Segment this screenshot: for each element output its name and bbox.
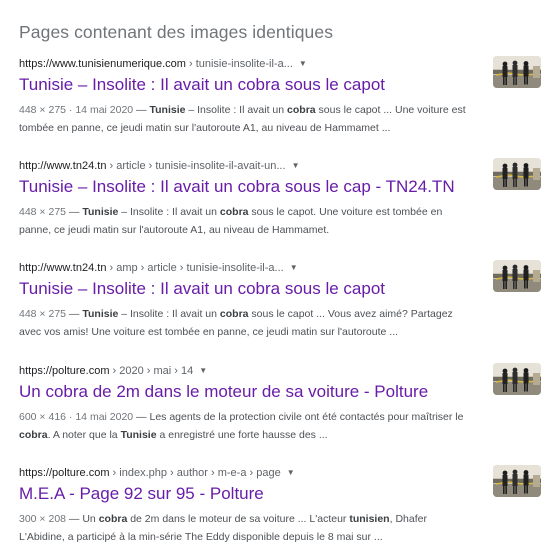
snippet-highlight: Tunisie	[149, 104, 186, 116]
result-domain: http://www.tn24.tn	[19, 262, 107, 274]
result-domain: http://www.tn24.tn	[19, 160, 107, 172]
result-domain: https://polture.com	[19, 365, 110, 377]
result-url[interactable]: https://www.tunisienumerique.com › tunis…	[19, 56, 307, 72]
result-menu-arrow-icon[interactable]: ▼	[292, 158, 300, 174]
snippet-segment: — Les agents de la protection civile ont…	[133, 411, 464, 423]
result-image-dimensions: 448 × 275	[19, 308, 67, 320]
result-meta: 300 × 208	[19, 513, 66, 525]
result-menu-arrow-icon[interactable]: ▼	[199, 363, 207, 379]
result-domain: https://www.tunisienumerique.com	[19, 58, 186, 70]
result-snippet: 448 × 275 — Tunisie – Insolite : Il avai…	[19, 305, 467, 341]
snippet-segment: de 2m dans le moteur de sa voiture ... L…	[127, 513, 350, 525]
snippet-highlight: cobra	[287, 104, 316, 116]
snippet-segment: —	[133, 104, 150, 116]
result-url[interactable]: https://polture.com › 2020 › mai › 14 ▼	[19, 363, 207, 379]
snippet-highlight: tunisien	[349, 513, 390, 525]
result-snippet: 300 × 208 — Un cobra de 2m dans le moteu…	[19, 510, 467, 546]
thumbnail-photo-icon	[493, 56, 541, 88]
result-menu-arrow-icon[interactable]: ▼	[290, 260, 298, 276]
result-title-link[interactable]: Tunisie – Insolite : Il avait un cobra s…	[19, 74, 385, 96]
result-breadcrumbs: › index.php › author › m-e-a › page	[109, 467, 281, 479]
result-snippet: 600 × 416 · 14 mai 2020 — Les agents de …	[19, 408, 467, 444]
snippet-segment: a enregistré une forte hausse des ...	[156, 429, 328, 441]
result-url[interactable]: http://www.tn24.tn › amp › article › tun…	[19, 260, 298, 276]
snippet-segment: —	[66, 308, 83, 320]
search-result: http://www.tn24.tn › amp › article › tun…	[19, 260, 541, 350]
result-thumbnail-image[interactable]	[493, 363, 541, 395]
snippet-segment: . A noter que la	[47, 429, 121, 441]
result-thumbnail-image[interactable]	[493, 56, 541, 88]
section-title: Pages contenant des images identiques	[19, 22, 334, 42]
snippet-segment: – Insolite : Il avait un	[118, 308, 220, 320]
result-meta: 448 × 275	[19, 308, 66, 320]
snippet-segment: — Un	[66, 513, 99, 525]
result-meta: 448 × 275	[19, 206, 66, 218]
snippet-highlight: Tunisie	[82, 308, 119, 320]
result-snippet-text: — Tunisie – Insolite : Il avait un cobra…	[19, 206, 442, 236]
result-date: · 14 mai 2020	[66, 411, 134, 423]
result-title-link[interactable]: M.E.A - Page 92 sur 95 - Polture	[19, 483, 264, 505]
snippet-highlight: cobra	[98, 513, 128, 525]
snippet-highlight: cobra	[219, 308, 249, 320]
result-snippet: 448 × 275 · 14 mai 2020 — Tunisie – Inso…	[19, 101, 467, 137]
result-date: · 14 mai 2020	[66, 104, 134, 116]
snippet-highlight: cobra	[19, 429, 48, 441]
snippet-segment: —	[66, 206, 83, 218]
result-title-link[interactable]: Tunisie – Insolite : Il avait un cobra s…	[19, 278, 385, 300]
result-breadcrumbs: › article › tunisie-insolite-il-avait-un…	[106, 160, 286, 172]
result-meta: 448 × 275 · 14 mai 2020	[19, 104, 133, 116]
thumbnail-photo-icon	[493, 465, 541, 497]
thumbnail-photo-icon	[493, 260, 541, 292]
result-snippet: 448 × 275 — Tunisie – Insolite : Il avai…	[19, 203, 467, 239]
search-result: http://www.tn24.tn › article › tunisie-i…	[19, 158, 541, 248]
search-result: https://polture.com › index.php › author…	[19, 465, 541, 555]
result-image-dimensions: 448 × 275	[19, 206, 67, 218]
search-result: https://polture.com › 2020 › mai › 14 ▼ U…	[19, 363, 541, 453]
result-breadcrumbs: › amp › article › tunisie-insolite-il-a.…	[106, 262, 284, 274]
result-domain: https://polture.com	[19, 467, 110, 479]
snippet-segment: – Insolite : Il avait un	[185, 104, 288, 116]
result-menu-arrow-icon[interactable]: ▼	[287, 465, 295, 481]
snippet-highlight: Tunisie	[120, 429, 157, 441]
result-image-dimensions: 448 × 275	[19, 104, 67, 116]
thumbnail-photo-icon	[493, 363, 541, 395]
result-image-dimensions: 300 × 208	[19, 513, 67, 525]
result-menu-arrow-icon[interactable]: ▼	[299, 56, 307, 72]
result-meta: 600 × 416 · 14 mai 2020	[19, 411, 133, 423]
result-breadcrumbs: › tunisie-insolite-il-a...	[185, 58, 293, 70]
result-thumbnail-image[interactable]	[493, 158, 541, 190]
result-thumbnail-image[interactable]	[493, 260, 541, 292]
snippet-highlight: cobra	[219, 206, 249, 218]
snippet-highlight: Tunisie	[82, 206, 119, 218]
result-thumbnail-image[interactable]	[493, 465, 541, 497]
result-snippet-text: — Tunisie – Insolite : Il avait un cobra…	[19, 308, 453, 338]
result-snippet-text: — Un cobra de 2m dans le moteur de sa vo…	[19, 513, 427, 543]
search-result: https://www.tunisienumerique.com › tunis…	[19, 56, 541, 146]
result-url[interactable]: http://www.tn24.tn › article › tunisie-i…	[19, 158, 299, 174]
thumbnail-photo-icon	[493, 158, 541, 190]
result-title-link[interactable]: Tunisie – Insolite : Il avait un cobra s…	[19, 176, 455, 198]
result-breadcrumbs: › 2020 › mai › 14	[109, 365, 194, 377]
result-url[interactable]: https://polture.com › index.php › author…	[19, 465, 295, 481]
snippet-segment: – Insolite : Il avait un	[118, 206, 220, 218]
result-title-link[interactable]: Un cobra de 2m dans le moteur de sa voit…	[19, 381, 428, 403]
result-image-dimensions: 600 × 416	[19, 411, 67, 423]
